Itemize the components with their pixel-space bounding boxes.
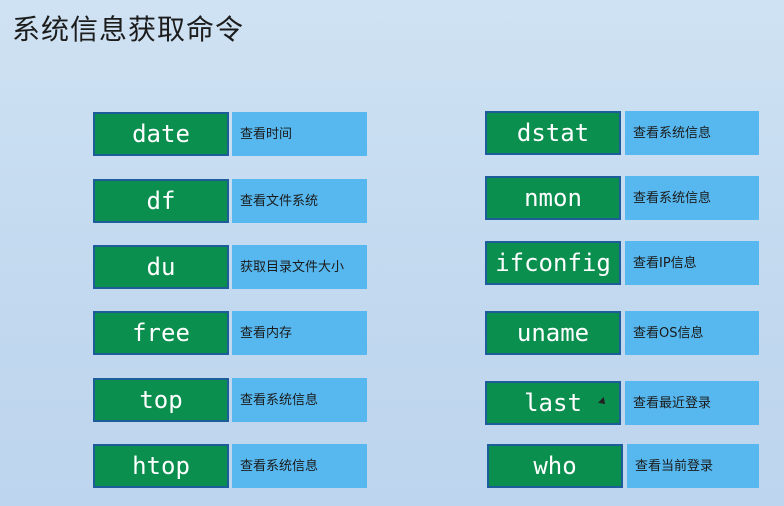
description-du: 获取目录文件大小	[232, 245, 367, 289]
description-top: 查看系统信息	[232, 378, 367, 422]
command-who[interactable]: who	[487, 444, 623, 488]
command-row-free: free 查看内存	[93, 311, 367, 355]
command-row-df: df 查看文件系统	[93, 179, 367, 223]
description-nmon: 查看系统信息	[625, 176, 759, 220]
description-uname: 查看OS信息	[625, 311, 759, 355]
command-row-last: last 查看最近登录	[485, 381, 759, 425]
command-row-dstat: dstat 查看系统信息	[485, 111, 759, 155]
command-row-top: top 查看系统信息	[93, 378, 367, 422]
command-htop[interactable]: htop	[93, 444, 229, 488]
command-free[interactable]: free	[93, 311, 229, 355]
description-last: 查看最近登录	[625, 381, 759, 425]
command-row-who: who 查看当前登录	[487, 444, 759, 488]
command-row-nmon: nmon 查看系统信息	[485, 176, 759, 220]
command-row-date: date 查看时间	[93, 112, 367, 156]
command-ifconfig[interactable]: ifconfig	[485, 241, 621, 285]
command-date[interactable]: date	[93, 112, 229, 156]
description-df: 查看文件系统	[232, 179, 367, 223]
description-ifconfig: 查看IP信息	[625, 241, 759, 285]
command-top[interactable]: top	[93, 378, 229, 422]
command-row-du: du 获取目录文件大小	[93, 245, 367, 289]
command-nmon[interactable]: nmon	[485, 176, 621, 220]
command-row-htop: htop 查看系统信息	[93, 444, 367, 488]
description-htop: 查看系统信息	[232, 444, 367, 488]
command-row-ifconfig: ifconfig 查看IP信息	[485, 241, 759, 285]
command-du[interactable]: du	[93, 245, 229, 289]
command-row-uname: uname 查看OS信息	[485, 311, 759, 355]
description-date: 查看时间	[232, 112, 367, 156]
command-df[interactable]: df	[93, 179, 229, 223]
command-dstat[interactable]: dstat	[485, 111, 621, 155]
description-who: 查看当前登录	[627, 444, 759, 488]
description-dstat: 查看系统信息	[625, 111, 759, 155]
command-uname[interactable]: uname	[485, 311, 621, 355]
description-free: 查看内存	[232, 311, 367, 355]
slide-title: 系统信息获取命令	[12, 13, 245, 46]
